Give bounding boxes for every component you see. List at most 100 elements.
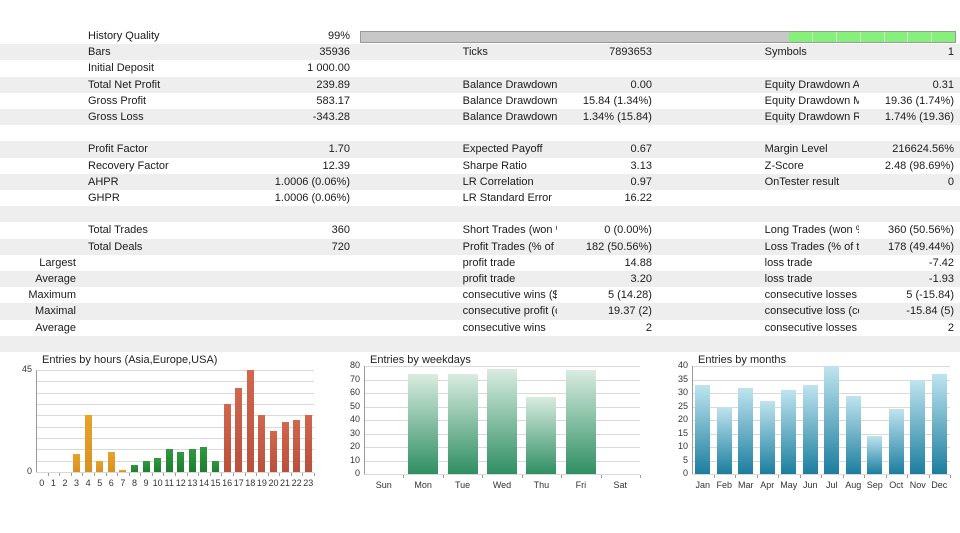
y-tick-label: 45 xyxy=(21,364,32,374)
gridline xyxy=(364,366,640,367)
row-value-1 xyxy=(264,287,356,303)
gridline xyxy=(36,415,314,416)
row-label-2 xyxy=(457,206,558,222)
row-label-3: Symbols xyxy=(764,46,807,59)
y-tick-label: 60 xyxy=(349,387,360,397)
bar-12 xyxy=(177,451,185,472)
row-label-3 xyxy=(759,60,860,76)
row-prefix-label xyxy=(0,28,82,44)
row-prefix-label-3 xyxy=(658,190,759,206)
row-label-1: Gross Profit xyxy=(88,94,147,107)
row-value-3 xyxy=(859,206,960,222)
row-label-1 xyxy=(82,303,264,319)
row-value-3 xyxy=(859,190,960,206)
table-row: Maximal consecutive profit (count) 19.37 (… xyxy=(0,303,960,320)
plot-area xyxy=(364,366,640,475)
x-tick-mark xyxy=(950,475,951,478)
table-row: History Quality 99% xyxy=(0,28,960,45)
row-value-1: 1 000.00 xyxy=(307,62,350,75)
x-tick-label: Apr xyxy=(760,480,775,490)
row-label-1: Gross Loss xyxy=(88,111,144,124)
x-tick-label: 10 xyxy=(152,478,163,488)
row-label-2: profit trade xyxy=(462,273,516,286)
x-tick-mark xyxy=(640,475,641,478)
row-prefix-label-2 xyxy=(356,271,457,287)
x-tick-label: 6 xyxy=(108,478,114,488)
row-label-2: Ticks xyxy=(462,46,488,59)
x-tick-mark xyxy=(799,475,801,478)
row-label-2: Balance Drawdown Maximal xyxy=(462,94,558,107)
y-axis xyxy=(692,366,693,474)
x-tick-mark xyxy=(175,473,176,476)
row-prefix-label-3 xyxy=(658,287,759,303)
gridline xyxy=(36,427,314,428)
x-tick-mark xyxy=(302,473,304,476)
row-value-3: 178 (49.44%) xyxy=(887,240,954,253)
row-prefix-label: Maximal xyxy=(35,305,76,318)
row-prefix-label-3 xyxy=(658,206,759,222)
x-tick-label: 21 xyxy=(280,478,291,488)
x-tick-label: 4 xyxy=(85,478,91,488)
row-label-3: Equity Drawdown Absolute xyxy=(764,78,860,91)
row-label-3: consecutive losses ($) xyxy=(764,289,860,302)
y-tick-label: 20 xyxy=(349,441,360,451)
row-prefix-label-2 xyxy=(356,255,457,271)
row-value-3: -7.42 xyxy=(928,256,954,269)
x-tick-label: 14 xyxy=(198,478,209,488)
bar-Tue xyxy=(447,374,478,474)
row-value-3 xyxy=(859,336,960,352)
row-label-3 xyxy=(759,336,860,352)
x-tick-label: 2 xyxy=(62,478,68,488)
row-prefix-label-3 xyxy=(658,125,759,141)
x-tick-label: Mon xyxy=(414,480,432,490)
row-label-2: Sharpe Ratio xyxy=(462,159,527,172)
bar-13 xyxy=(188,449,196,472)
row-value-2: 0.97 xyxy=(630,175,652,188)
x-tick-label: 9 xyxy=(143,478,149,488)
table-row: Bars 35936 Ticks 7893653 Symbols 1 xyxy=(0,44,960,61)
x-tick-label: 8 xyxy=(131,478,137,488)
row-value-3: -1.93 xyxy=(928,273,954,286)
bar-17 xyxy=(235,388,243,472)
plot-area xyxy=(36,370,314,473)
row-prefix-label-3 xyxy=(658,141,759,157)
x-tick-label: Jan xyxy=(695,480,710,490)
row-label-3: Long Trades (won %) xyxy=(764,224,860,237)
row-prefix-label xyxy=(0,336,82,352)
row-prefix-label-3 xyxy=(658,158,759,174)
statistics-table: History Quality 99% Bars 35936 Ticks 7893653 S… xyxy=(0,28,960,353)
row-value-1 xyxy=(264,206,356,222)
row-label-2: Balance Drawdown Absolute xyxy=(462,78,558,91)
bar-Jun xyxy=(802,384,818,474)
bar-22 xyxy=(293,419,301,472)
row-label-3: Loss Trades (% of total) xyxy=(764,240,860,253)
y-tick-label: 10 xyxy=(677,441,688,451)
bar-8 xyxy=(130,465,138,472)
x-tick-mark xyxy=(163,473,165,476)
chart-months: Entries by months 0 5 10 15 20 25 30 35 40 Jan Feb M… xyxy=(662,352,958,502)
row-prefix-label xyxy=(0,109,82,125)
y-tick-label: 80 xyxy=(349,360,360,370)
row-value-3: 360 (50.56%) xyxy=(887,224,954,237)
gridline xyxy=(36,370,314,371)
row-value-2 xyxy=(557,206,658,222)
row-prefix-label: Largest xyxy=(39,256,76,269)
row-value-3: 2.48 (98.69%) xyxy=(884,159,954,172)
row-prefix-label-2 xyxy=(356,109,457,125)
bar-Fri xyxy=(565,370,596,474)
x-tick-mark xyxy=(521,475,523,478)
x-tick-label: 13 xyxy=(187,478,198,488)
row-value-2 xyxy=(557,60,658,76)
row-label-1 xyxy=(82,125,264,141)
row-label-1: Initial Deposit xyxy=(88,62,155,75)
row-value-3: 1.74% (19.36) xyxy=(884,111,954,124)
x-tick-label: Dec xyxy=(931,480,948,490)
history-quality-ticks xyxy=(361,31,955,42)
x-tick-mark xyxy=(314,473,315,476)
x-tick-mark xyxy=(140,473,142,476)
row-label-2: LR Correlation xyxy=(462,175,534,188)
x-tick-label: 0 xyxy=(39,478,45,488)
row-value-3 xyxy=(859,60,960,76)
row-label-2: Expected Payoff xyxy=(462,143,543,156)
y-tick-label: 30 xyxy=(677,387,688,397)
